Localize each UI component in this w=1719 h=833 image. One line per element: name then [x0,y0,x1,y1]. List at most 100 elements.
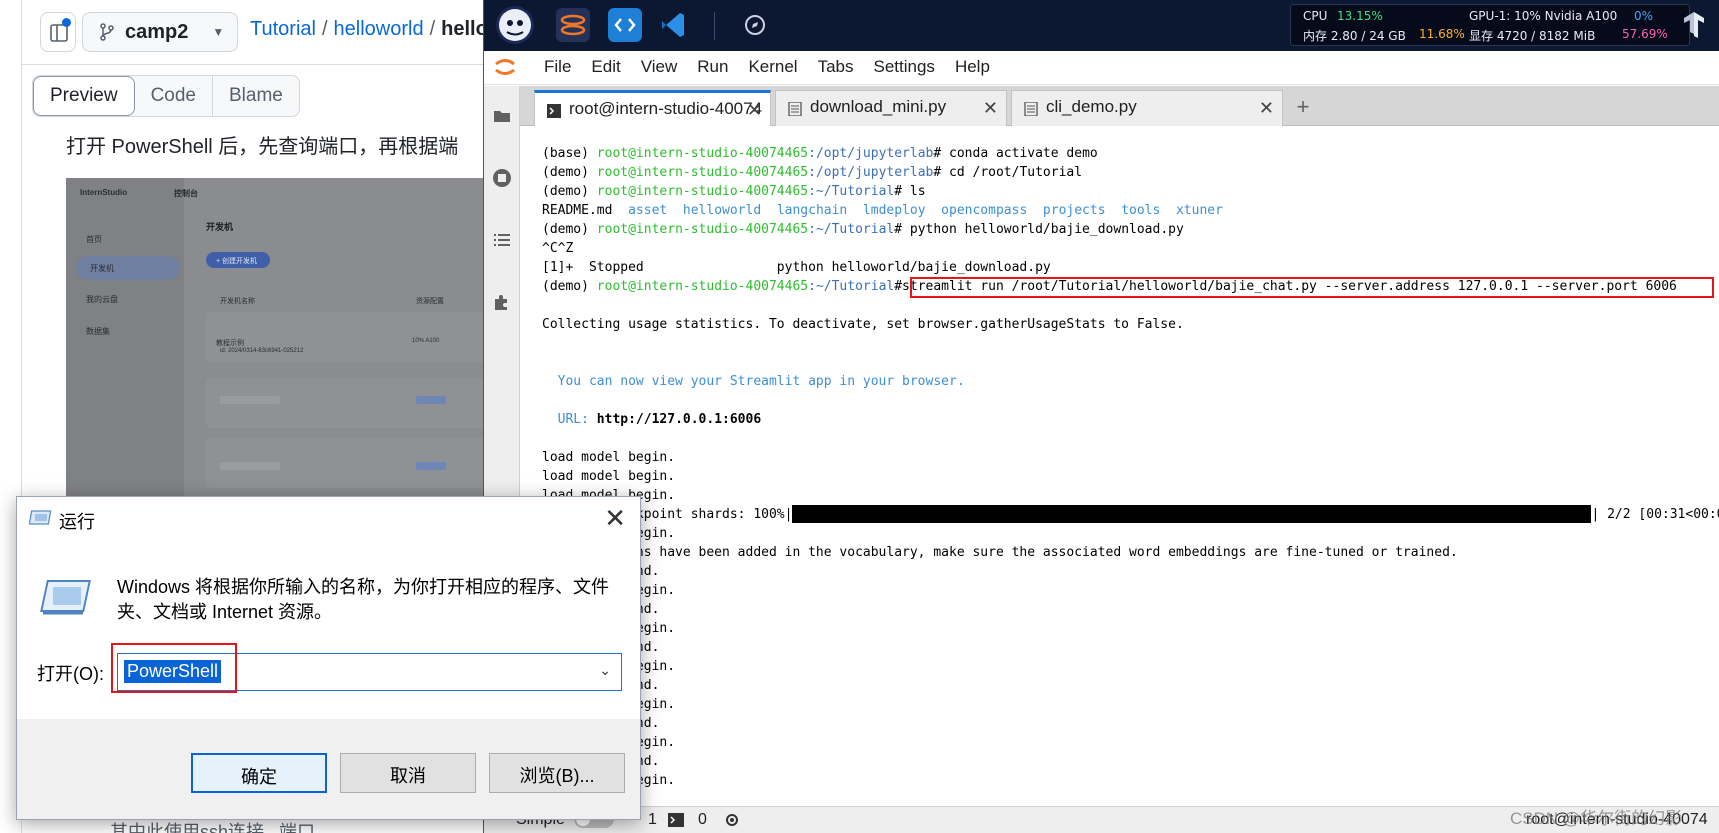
screenshot-menu-item: 数据集 [86,327,110,336]
watermark: CSDN @华尔街的幻影 [1510,809,1683,828]
close-icon[interactable]: ✕ [1259,98,1274,119]
terminal-line: load model begin. [542,450,676,465]
file-view-tabs: Preview Code Blame [32,75,300,117]
screenshot-menu-item: 我的云盘 [86,295,118,304]
gpu-label: GPU-1: 10% Nvidia A100 [1469,9,1618,23]
open-label: 打开(O): [37,664,104,684]
menu-edit[interactable]: Edit [581,57,630,77]
tab-code[interactable]: Code [135,76,213,116]
menu-settings[interactable]: Settings [864,57,945,77]
terminal-icon [547,104,561,118]
chevron-down-icon: ▼ [212,25,225,39]
close-icon[interactable]: ✕ [604,503,626,534]
mem-value: 11.68% [1419,27,1465,41]
chevron-down-icon[interactable]: ⌄ [599,662,611,679]
kernel-gear-icon[interactable] [724,812,740,828]
compass-icon[interactable] [738,8,772,42]
terminal-output[interactable]: (base) root@intern-studio-40074465:/opt/… [536,136,1719,806]
progress-bar [792,505,1592,523]
menu-tabs[interactable]: Tabs [808,57,864,77]
screenshot-heading: 开发机 [206,222,234,232]
folder-icon[interactable] [492,106,512,126]
menu-help[interactable]: Help [945,57,1000,77]
tab-label: download_mini.py [810,97,947,116]
vscode-icon[interactable] [656,8,690,42]
notification-dot [62,18,71,27]
screenshot-brand: InternStudio [80,188,128,197]
breadcrumb-repo-link[interactable]: Tutorial [250,18,316,40]
terminal-line: load model begin. [542,469,676,484]
header-divider [22,64,492,65]
readme-bottom-text: 其中此使用ssh连接...端口 [110,822,316,833]
terminal-line: (demo) root@intern-studio-40074465:/opt/… [542,165,1083,180]
jupyter-tabbar: root@intern-studio-40074 ✕ download_mini… [520,86,1719,126]
code-icon[interactable] [608,8,642,42]
ok-button[interactable]: 确定 [191,753,327,793]
terminal-line: ^C^Z [542,241,574,256]
tensorflow-icon[interactable] [1682,10,1706,40]
vram-label: 显存 4720 / 8182 MiB [1469,29,1596,43]
close-icon[interactable]: ✕ [747,100,762,121]
breadcrumb: Tutorial / helloworld / hello_ [250,18,499,40]
terminal-line: [1]+ Stopped python helloworld/bajie_dow… [542,260,1051,275]
terminal-line: (demo) root@intern-studio-40074465:~/Tut… [542,184,926,199]
new-tab-plus-icon[interactable]: + [1286,90,1320,126]
breadcrumb-folder-link[interactable]: helloworld [334,18,424,40]
run-dialog: 运行 ✕ Windows 将根据你所输入的名称，为你打开相应的程序、文件夹、文档… [16,496,641,820]
terminal-line: README.md asset helloworld langchain lmd… [542,203,1223,218]
screenshot-col-resource: 资源配置 [416,298,444,305]
readme-paragraph: 打开 PowerShell 后，先查询端口，再根据端 [66,136,459,158]
browse-button[interactable]: 浏览(B)... [489,753,625,793]
embedded-screenshot: InternStudio 控制台 首页 开发机 我的云盘 数据集 开发机 + 创… [66,178,496,498]
terminal-line: Collecting usage statistics. To deactiva… [542,317,1184,332]
close-icon[interactable]: ✕ [983,98,998,119]
file-text-icon [788,102,802,116]
tab-label: cli_demo.py [1046,97,1137,116]
terminal-line: (base) root@intern-studio-40074465:/opt/… [542,146,1098,161]
terminal-line: Special tokens have been added in the vo… [542,545,1458,560]
running-stop-icon[interactable] [492,168,512,188]
status-count-2: 0 [698,811,707,828]
menu-view[interactable]: View [631,57,688,77]
command-highlight-box [910,277,1714,298]
tab-label: root@intern-studio-40074 [569,99,763,118]
terminal-line: URL: http://127.0.0.1:6006 [542,412,762,427]
cpu-label: CPU [1303,9,1328,23]
sidebar-toggle-button[interactable] [40,12,76,52]
resource-monitor: CPU 13.15% 内存 2.80 / 24 GB 11.68% GPU-1:… [1290,4,1690,46]
git-branch-icon [100,23,114,41]
extensions-puzzle-icon[interactable] [492,292,512,312]
jupyter-logo-icon [495,59,515,75]
jupyterlab-window: CPU 13.15% 内存 2.80 / 24 GB 11.68% GPU-1:… [483,0,1719,833]
jupyter-menubar: File Edit View Run Kernel Tabs Settings … [484,51,1719,85]
tab-download-mini[interactable]: download_mini.py ✕ [775,90,1007,126]
input-highlight-box [111,643,237,693]
screenshot-machine-id: id: 2024/0314-63c6941-025212 [220,348,304,354]
branch-selector[interactable]: camp2 ▼ [82,12,238,52]
cpu-value: 13.15% [1337,9,1383,23]
menu-run[interactable]: Run [687,57,738,77]
terminal-line: You can now view your Streamlit app in y… [542,374,965,389]
cancel-button[interactable]: 取消 [340,753,476,793]
intern-logo-icon[interactable] [496,6,534,44]
tab-cli-demo[interactable]: cli_demo.py ✕ [1011,90,1283,126]
gpu-value: 0% [1634,9,1654,23]
mem-label: 内存 2.80 / 24 GB [1303,29,1406,43]
tab-terminal[interactable]: root@intern-studio-40074 ✕ [534,90,771,126]
screenshot-col-name: 开发机名称 [220,298,255,305]
table-of-contents-icon[interactable] [492,230,512,250]
vram-value: 57.69% [1622,27,1668,41]
run-dialog-title: 运行 [59,512,95,532]
menu-kernel[interactable]: Kernel [738,57,807,77]
menu-file[interactable]: File [534,57,581,77]
screenshot-nav: 控制台 [174,189,198,198]
file-text-icon [1024,102,1038,116]
jupyter-icon[interactable] [556,8,590,42]
tab-preview[interactable]: Preview [33,76,135,116]
terminal-line: (demo) root@intern-studio-40074465:~/Tut… [542,222,1184,237]
tab-blame[interactable]: Blame [213,76,299,116]
screenshot-machine-gpu: 10% A100 [412,338,440,344]
status-count-1: 1 [648,811,657,828]
terminal-icon [668,813,684,827]
run-dialog-description: Windows 将根据你所输入的名称，为你打开相应的程序、文件夹、文档或 Int… [117,577,610,622]
